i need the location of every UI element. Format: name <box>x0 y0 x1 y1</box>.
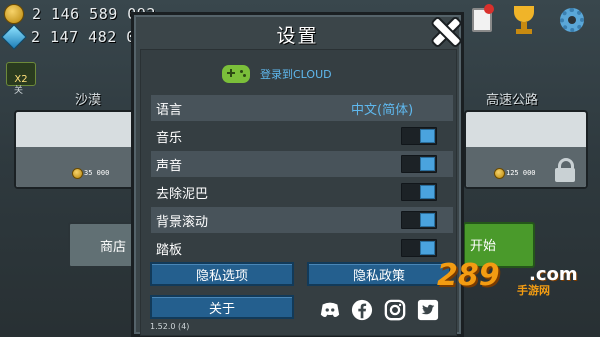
privacy-options-button[interactable]: 隐私选项 <box>150 262 294 286</box>
site-watermark: 289 .com 手游网 <box>437 258 587 298</box>
setting-row-sound: 声音 <box>151 151 453 177</box>
stage-ground <box>16 147 133 187</box>
badge-sublabel: 关 <box>14 86 24 96</box>
gem-icon <box>1 24 27 50</box>
setting-row-remove-mud: 去除泥巴 <box>151 179 453 205</box>
stage-card-desert[interactable]: 35 000 <box>14 110 135 189</box>
stage-name-highway: 高速公路 <box>486 93 539 108</box>
stage-price: 125 000 <box>506 169 536 177</box>
coin-icon <box>494 168 505 179</box>
coin-icon <box>4 4 24 24</box>
setting-row-language: 语言 中文(简体) <box>151 95 453 121</box>
facebook-icon[interactable] <box>351 299 373 321</box>
music-toggle[interactable] <box>401 127 437 145</box>
pedals-toggle[interactable] <box>401 239 437 257</box>
language-select[interactable]: 中文(简体) <box>351 99 413 118</box>
start-label: 开始 <box>470 239 497 254</box>
close-icon[interactable] <box>431 17 461 47</box>
shop-label: 商店 <box>100 240 127 255</box>
lock-icon <box>554 158 576 182</box>
stage-price: 35 000 <box>84 169 110 177</box>
clipboard-icon[interactable] <box>466 4 498 36</box>
gear-icon[interactable] <box>556 4 588 36</box>
background-scroll-toggle[interactable] <box>401 211 437 229</box>
version-label: 1.52.0 (4) <box>150 322 190 331</box>
remove-mud-toggle[interactable] <box>401 183 437 201</box>
instagram-icon[interactable] <box>384 299 406 321</box>
discord-icon[interactable] <box>319 299 341 321</box>
gamepad-icon <box>222 65 250 83</box>
cloud-login-label: 登录到CLOUD <box>260 68 332 81</box>
cloud-login-button[interactable]: 登录到CLOUD <box>222 62 332 86</box>
watermark-number: 289 <box>437 258 500 293</box>
setting-row-background-scroll: 背景滚动 <box>151 207 453 233</box>
sound-toggle[interactable] <box>401 155 437 173</box>
about-button[interactable]: 关于 <box>150 295 294 319</box>
settings-dialog: 设置 登录到CLOUD 语言 中文(简体) 音乐 声音 去除泥巴 背景滚动 踏板… <box>131 12 464 337</box>
dialog-title: 设置 <box>276 25 319 47</box>
coin-icon <box>72 168 83 179</box>
stage-name-desert: 沙漠 <box>75 93 102 108</box>
setting-row-music: 音乐 <box>151 123 453 149</box>
trophy-icon[interactable] <box>508 4 540 36</box>
setting-row-pedals: 踏板 <box>151 235 453 261</box>
privacy-policy-button[interactable]: 隐私政策 <box>307 262 451 286</box>
twitter-icon[interactable] <box>417 299 439 321</box>
watermark-subtitle: 手游网 <box>517 284 550 297</box>
